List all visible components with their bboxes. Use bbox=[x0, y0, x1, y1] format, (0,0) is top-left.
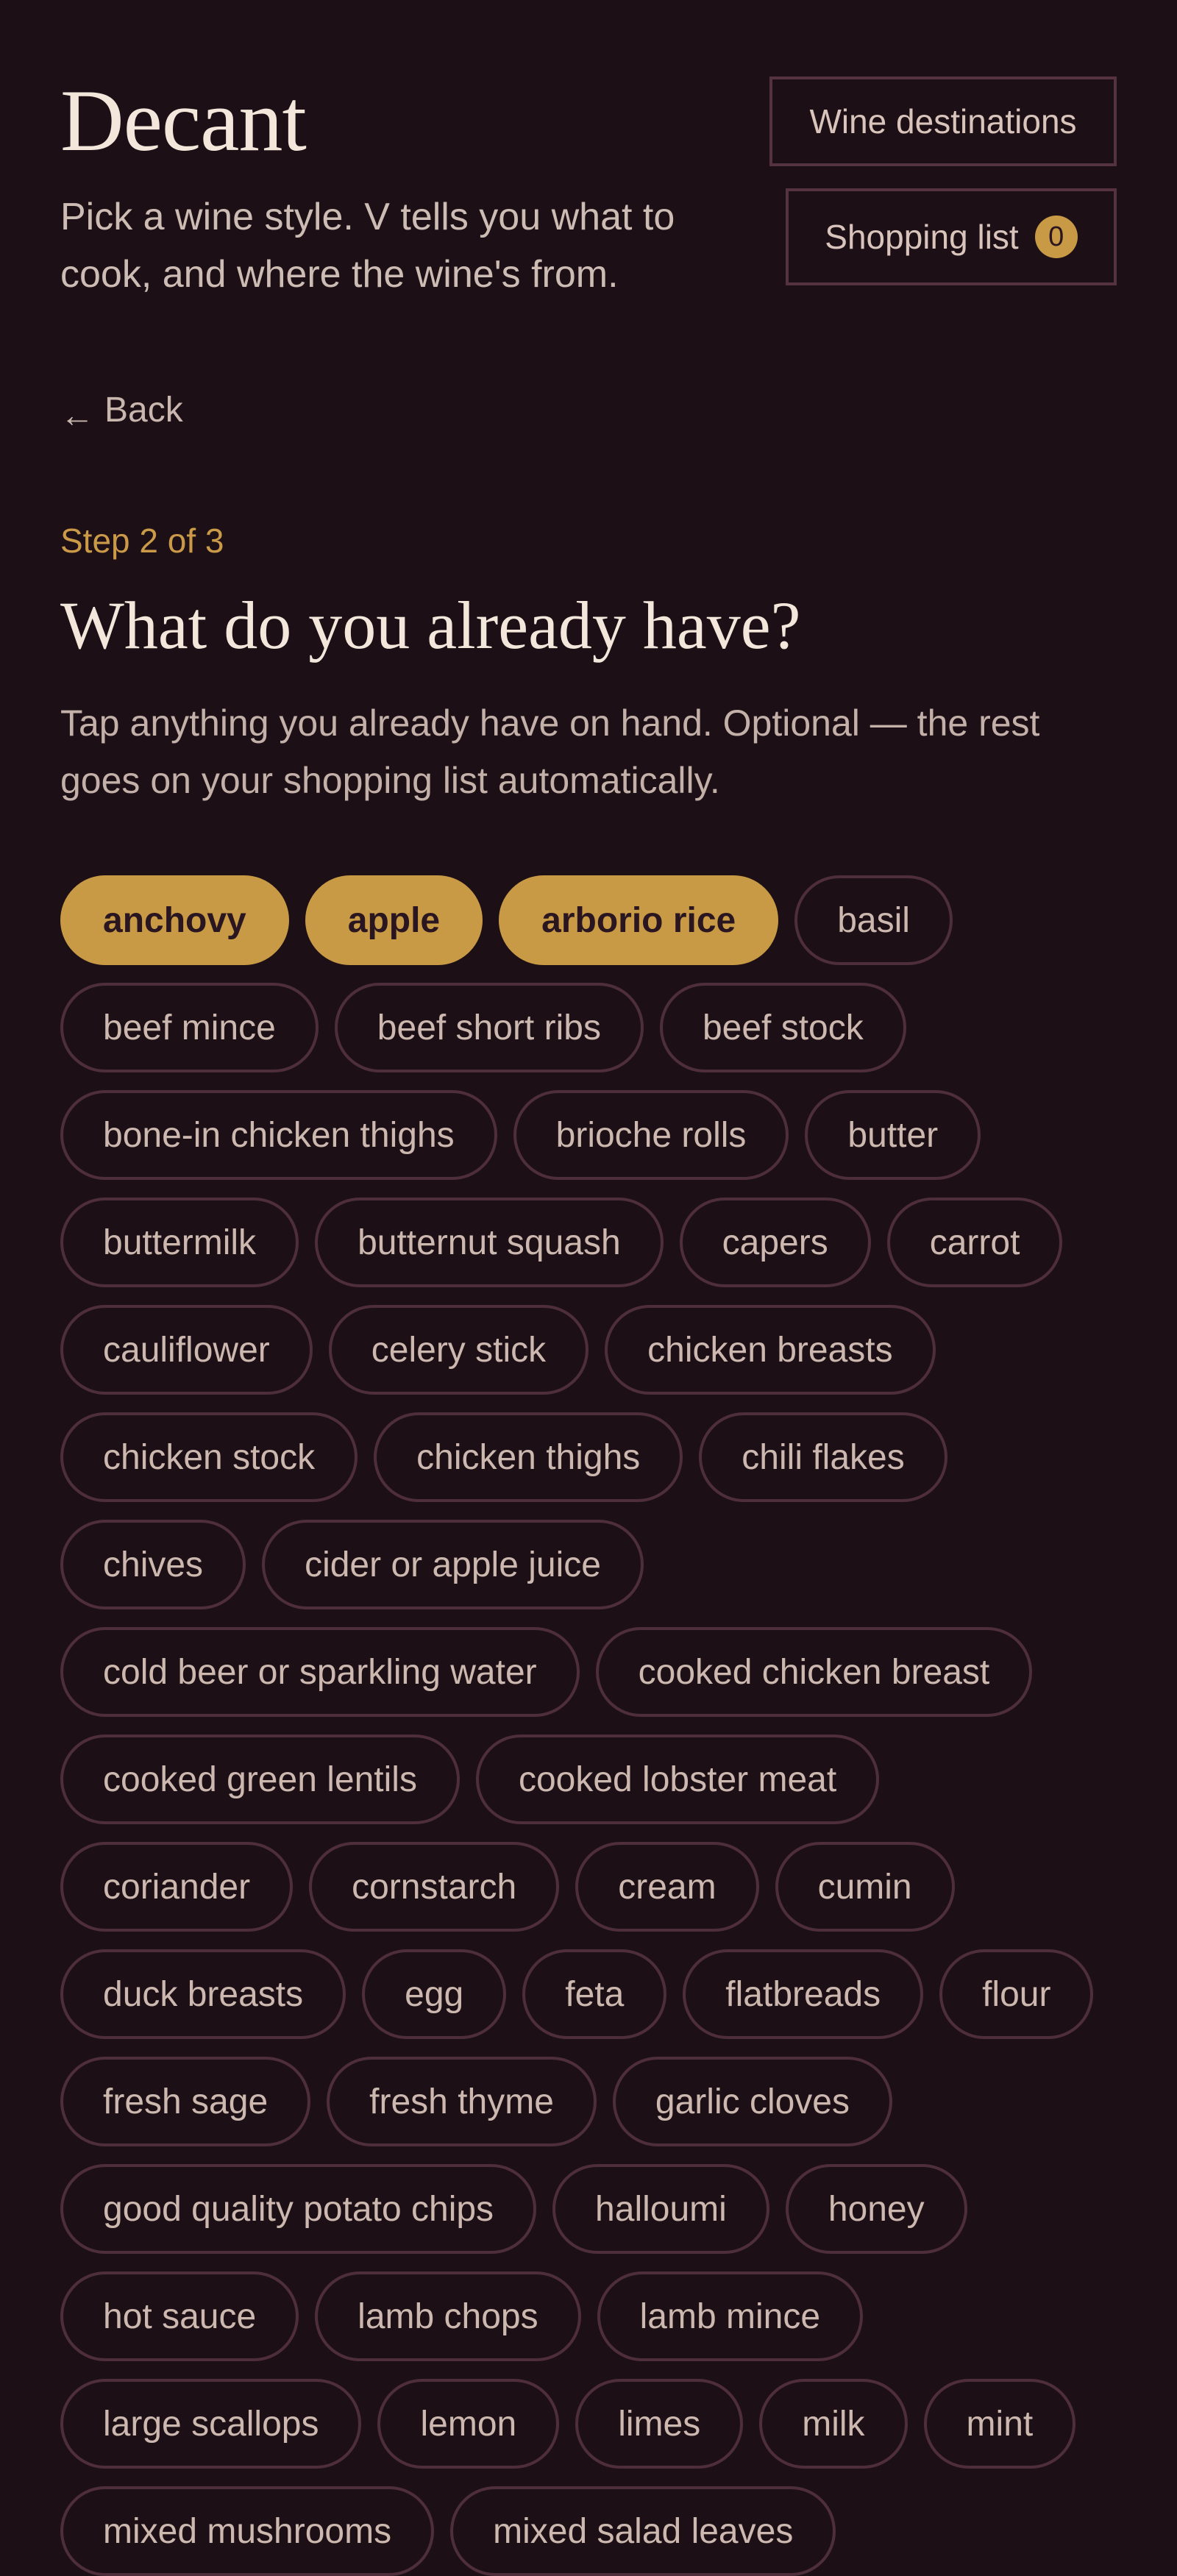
ingredient-chip[interactable]: chicken breasts bbox=[605, 1305, 936, 1395]
ingredient-chip[interactable]: cumin bbox=[775, 1842, 955, 1932]
ingredient-chip[interactable]: chives bbox=[60, 1520, 246, 1609]
ingredient-chip[interactable]: beef short ribs bbox=[334, 983, 644, 1072]
back-link[interactable]: ← Back bbox=[60, 390, 183, 434]
ingredient-chip[interactable]: cold beer or sparkling water bbox=[60, 1627, 580, 1717]
ingredient-chip[interactable]: cider or apple juice bbox=[262, 1520, 644, 1609]
step-question: What do you already have? bbox=[60, 588, 801, 663]
ingredient-chip[interactable]: cornstarch bbox=[309, 1842, 560, 1932]
shopping-list-label: Shopping list bbox=[825, 218, 1019, 256]
ingredient-chip[interactable]: large scallops bbox=[60, 2379, 362, 2469]
ingredient-chip[interactable]: halloumi bbox=[552, 2164, 769, 2254]
ingredient-chip[interactable]: brioche rolls bbox=[513, 1090, 789, 1180]
ingredient-chip[interactable]: coriander bbox=[60, 1842, 294, 1932]
ingredient-chip[interactable]: chili flakes bbox=[699, 1412, 947, 1502]
ingredient-chip[interactable]: mixed salad leaves bbox=[450, 2486, 836, 2576]
ingredient-chip[interactable]: beef mince bbox=[60, 983, 319, 1072]
step-helper-text: Tap anything you already have on hand. O… bbox=[60, 702, 1040, 801]
shopping-list-button[interactable]: Shopping list 0 bbox=[786, 188, 1117, 285]
step-indicator: Step 2 of 3 bbox=[60, 522, 224, 560]
ingredient-chip[interactable]: duck breasts bbox=[60, 1949, 346, 2039]
ingredient-chip[interactable]: cooked chicken breast bbox=[595, 1627, 1033, 1717]
ingredient-chip[interactable]: flour bbox=[939, 1949, 1094, 2039]
ingredient-chip[interactable]: fresh thyme bbox=[327, 2057, 597, 2146]
ingredient-chip[interactable]: butternut squash bbox=[315, 1198, 664, 1287]
ingredient-chip[interactable]: honey bbox=[785, 2164, 967, 2254]
ingredient-chip[interactable]: cooked lobster meat bbox=[475, 1734, 880, 1824]
ingredient-chip[interactable]: bone-in chicken thighs bbox=[60, 1090, 497, 1180]
ingredient-chip[interactable]: carrot bbox=[886, 1198, 1063, 1287]
ingredient-chip[interactable]: hot sauce bbox=[60, 2271, 299, 2361]
ingredient-chip[interactable]: milk bbox=[759, 2379, 908, 2469]
ingredient-chip[interactable]: limes bbox=[575, 2379, 744, 2469]
ingredient-chip[interactable]: cooked green lentils bbox=[60, 1734, 460, 1824]
ingredient-chip[interactable]: beef stock bbox=[659, 983, 906, 1072]
ingredient-chip[interactable]: lamb mince bbox=[597, 2271, 864, 2361]
ingredient-chip[interactable]: lemon bbox=[377, 2379, 560, 2469]
wine-destinations-button[interactable]: Wine destinations bbox=[769, 77, 1117, 166]
ingredient-chip[interactable]: fresh sage bbox=[60, 2057, 311, 2146]
ingredient-chip[interactable]: basil bbox=[794, 875, 953, 965]
ingredient-chip[interactable]: mint bbox=[923, 2379, 1076, 2469]
ingredient-chip[interactable]: flatbreads bbox=[683, 1949, 924, 2039]
back-arrow-icon: ← bbox=[60, 395, 94, 434]
ingredient-chip[interactable]: lamb chops bbox=[315, 2271, 581, 2361]
ingredient-chip[interactable]: cauliflower bbox=[60, 1305, 313, 1395]
ingredient-chip[interactable]: mixed mushrooms bbox=[60, 2486, 435, 2576]
ingredient-chip[interactable]: garlic cloves bbox=[612, 2057, 892, 2146]
ingredient-chip-list: anchovy apple arborio rice basil beef mince b… bbox=[60, 875, 1117, 2576]
ingredient-chip[interactable]: egg bbox=[362, 1949, 507, 2039]
ingredient-chip[interactable]: anchovy bbox=[60, 875, 289, 965]
ingredient-chip[interactable]: celery stick bbox=[328, 1305, 589, 1395]
ingredient-chip[interactable]: cream bbox=[575, 1842, 759, 1932]
ingredient-chip[interactable]: chicken stock bbox=[60, 1412, 358, 1502]
back-label: Back bbox=[104, 391, 183, 430]
ingredient-chip[interactable]: capers bbox=[679, 1198, 871, 1287]
tagline: Pick a wine style. V tells you what to c… bbox=[60, 196, 675, 296]
ingredient-chip[interactable]: arborio rice bbox=[499, 875, 779, 965]
ingredient-chip[interactable]: good quality potato chips bbox=[60, 2164, 537, 2254]
shopping-list-count-badge: 0 bbox=[1034, 216, 1078, 258]
ingredient-chip[interactable]: feta bbox=[522, 1949, 667, 2039]
ingredient-chip[interactable]: chicken thighs bbox=[374, 1412, 683, 1502]
ingredient-chip[interactable]: apple bbox=[305, 875, 483, 965]
ingredient-chip[interactable]: buttermilk bbox=[60, 1198, 299, 1287]
ingredient-chip[interactable]: butter bbox=[805, 1090, 981, 1180]
brand-title: Decant bbox=[60, 71, 307, 169]
wine-destinations-label: Wine destinations bbox=[809, 102, 1077, 140]
